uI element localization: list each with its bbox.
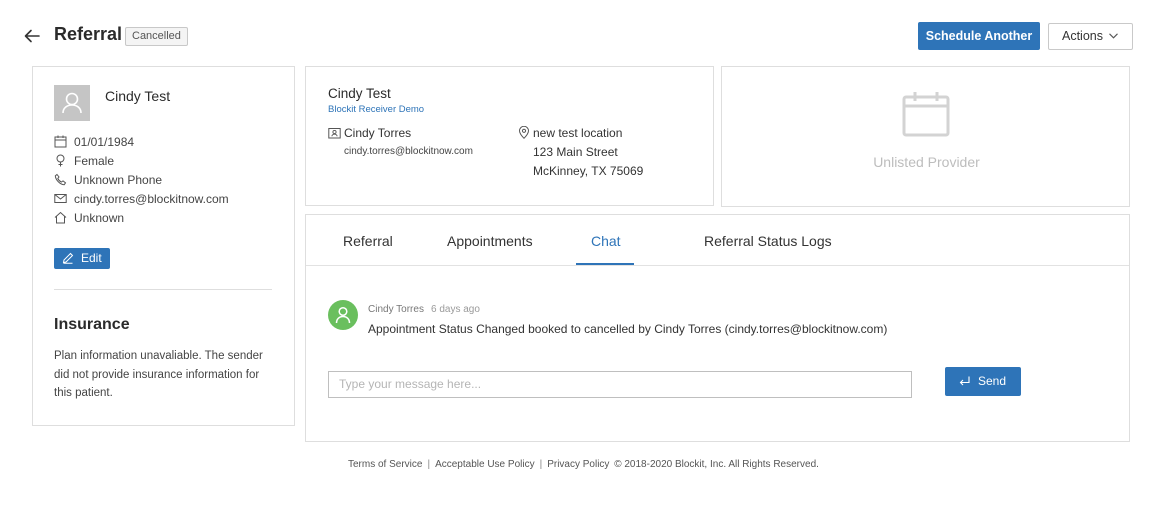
chat-message-author: Cindy Torres <box>368 304 424 315</box>
send-label: Send <box>978 374 1007 388</box>
patient-card: Cindy Test 01/01/1984 Female Unknown Pho… <box>32 66 295 426</box>
email-text: cindy.torres@blockitnow.com <box>74 192 229 206</box>
provider-card: Unlisted Provider <box>721 66 1130 207</box>
user-icon <box>335 306 351 324</box>
copyright-text: © 2018-2020 Blockit, Inc. All Rights Res… <box>614 459 819 470</box>
referral-org: Blockit Receiver Demo <box>328 104 425 115</box>
terms-link[interactable]: Terms of Service <box>348 459 422 470</box>
status-badge: Cancelled <box>125 27 188 46</box>
calendar-icon <box>54 135 67 148</box>
send-button[interactable]: Send <box>945 367 1021 396</box>
location-pin-icon <box>518 126 530 139</box>
schedule-another-button[interactable]: Schedule Another <box>918 22 1040 50</box>
divider <box>54 289 272 290</box>
insurance-title: Insurance <box>54 316 130 333</box>
gender-text: Female <box>74 154 115 168</box>
home-icon <box>54 211 67 224</box>
footer: Terms of Service | Acceptable Use Policy | P… <box>348 459 819 470</box>
location-city: McKinney, TX 75069 <box>533 164 644 178</box>
acceptable-use-link[interactable]: Acceptable Use Policy <box>435 459 535 470</box>
chat-message-time: 6 days ago <box>431 304 480 315</box>
tab-chat[interactable]: Chat <box>591 233 621 249</box>
location-name: new test location <box>533 126 623 140</box>
privacy-link[interactable]: Privacy Policy <box>547 459 609 470</box>
phone-text: Unknown Phone <box>74 173 163 187</box>
user-icon <box>62 92 82 114</box>
address-text: Unknown <box>74 211 125 225</box>
page-title: Referral <box>54 24 123 44</box>
active-tab-indicator <box>576 263 634 265</box>
mail-icon <box>54 194 67 203</box>
location-street: 123 Main Street <box>533 145 618 159</box>
chat-avatar <box>328 300 358 330</box>
back-arrow-icon[interactable] <box>22 26 42 46</box>
enter-icon <box>959 376 970 386</box>
calendar-icon <box>902 92 950 137</box>
actions-dropdown[interactable]: Actions <box>1048 23 1133 50</box>
referral-patient-name: Cindy Test <box>328 86 391 101</box>
dob-text: 01/01/1984 <box>74 135 135 149</box>
tabs-card: Referral Appointments Chat Referral Stat… <box>305 214 1130 442</box>
provider-label: Unlisted Provider <box>873 154 980 170</box>
footer-separator: | <box>427 459 431 470</box>
tab-appointments[interactable]: Appointments <box>447 233 533 249</box>
edit-label: Edit <box>81 251 102 265</box>
tab-bar: Referral Appointments Chat Referral Stat… <box>306 215 1129 266</box>
patient-avatar <box>54 85 90 121</box>
referral-info-card: Cindy Test Blockit Receiver Demo Cindy T… <box>305 66 714 206</box>
chat-message-text: Appointment Status Changed booked to can… <box>368 322 888 336</box>
contact-card-icon <box>328 128 341 139</box>
chevron-down-icon <box>1109 33 1118 39</box>
tab-referral[interactable]: Referral <box>343 233 393 249</box>
gender-icon <box>56 154 65 167</box>
pencil-icon <box>62 252 74 264</box>
tab-referral-status-logs[interactable]: Referral Status Logs <box>704 233 832 249</box>
chat-message-input[interactable] <box>328 371 912 398</box>
patient-name: Cindy Test <box>105 88 171 104</box>
referral-contact-email: cindy.torres@blockitnow.com <box>344 146 473 157</box>
insurance-text: Plan information unavaliable. The sender… <box>54 350 263 399</box>
actions-label: Actions <box>1062 29 1103 43</box>
edit-button[interactable]: Edit <box>54 248 110 269</box>
footer-separator: | <box>539 459 543 470</box>
referral-contact-name: Cindy Torres <box>344 126 412 140</box>
phone-icon <box>54 173 67 186</box>
